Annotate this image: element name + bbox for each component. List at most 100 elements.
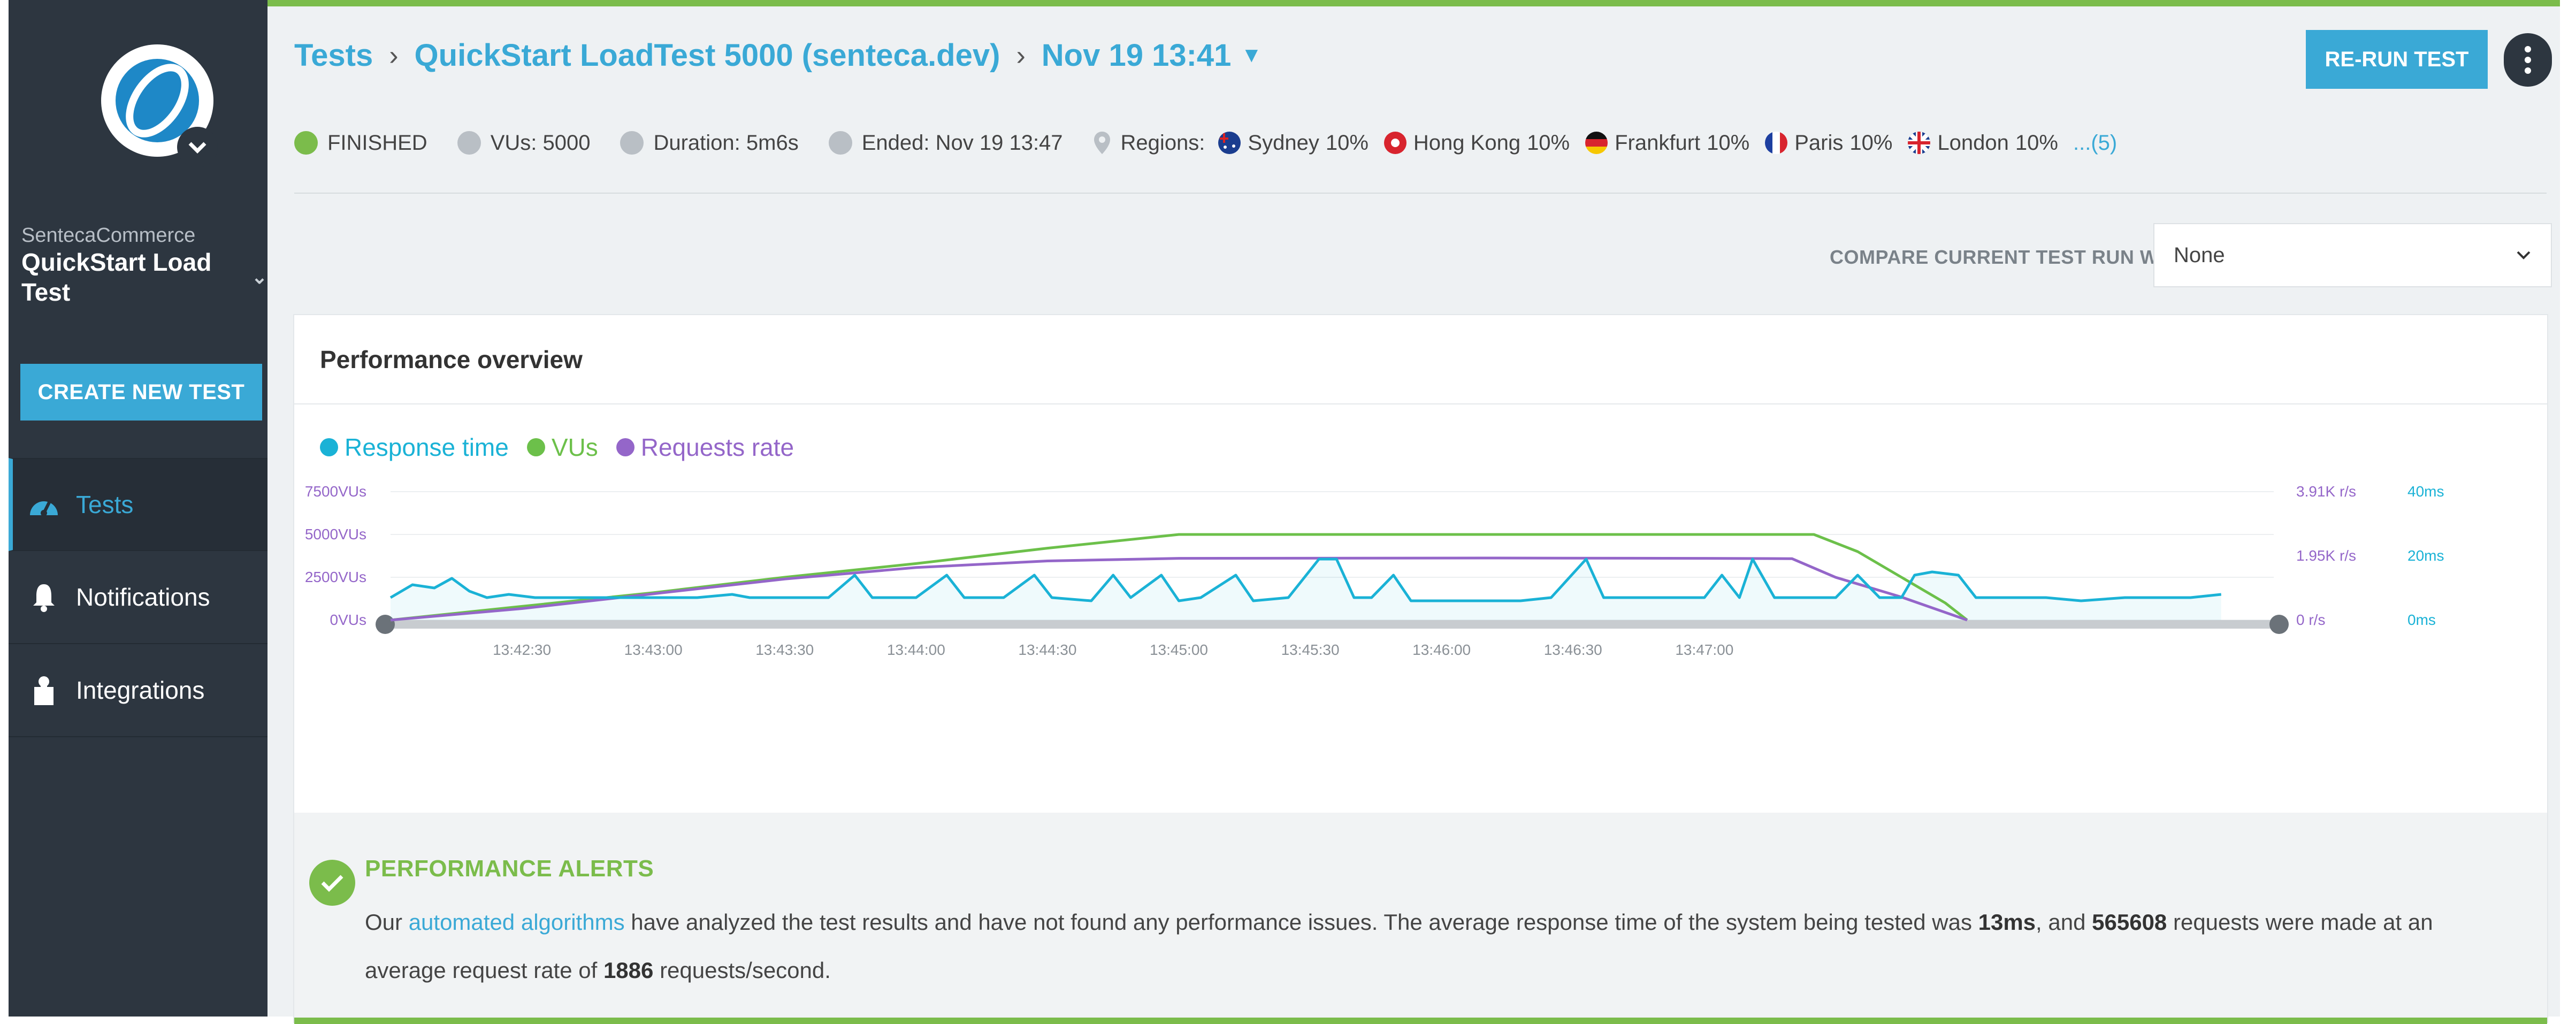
range-track — [386, 620, 2278, 629]
more-regions-link[interactable]: ...(5) — [2073, 131, 2117, 155]
region-pct: 10% — [1707, 131, 1750, 155]
alerts-text-part: requests/second. — [660, 958, 831, 983]
y-right-tick-label: 3.91K r/s — [2296, 483, 2356, 500]
legend-label: Response time — [345, 433, 509, 461]
check-icon — [309, 860, 355, 906]
project-name: QuickStart Load Test — [21, 248, 212, 306]
duration-label: Duration: 5m6s — [653, 131, 799, 155]
legend-requests-rate[interactable]: Requests rate — [616, 433, 794, 462]
gauge-icon — [27, 487, 61, 522]
card-divider — [294, 403, 2547, 404]
automated-algorithms-link[interactable]: automated algorithms — [409, 910, 625, 935]
response-time-area — [391, 559, 2221, 620]
chevron-down-icon — [2517, 251, 2531, 259]
status-label: FINISHED — [327, 131, 427, 155]
sidebar-item-label: Notifications — [76, 583, 210, 611]
legend-response-time[interactable]: Response time — [320, 433, 509, 462]
sidebar-item-integrations[interactable]: Integrations — [9, 644, 267, 737]
clock-icon — [620, 131, 644, 155]
compare-label: COMPARE CURRENT TEST RUN WITH: — [1830, 246, 2197, 268]
region-pct: 10% — [1325, 131, 1369, 155]
rerun-test-button[interactable]: RE-RUN TEST — [2306, 30, 2488, 89]
region-frankfurt: Frankfurt — [1615, 131, 1701, 155]
x-tick-label: 13:46:00 — [1412, 641, 1471, 658]
sidebar: SentecaCommerce QuickStart Load Test ⌄ C… — [9, 0, 267, 1017]
germany-flag-icon — [1585, 132, 1608, 154]
region-pct: 10% — [1849, 131, 1893, 155]
status-dot-icon — [294, 131, 318, 155]
performance-chart[interactable]: 7500VUs 5000VUs 2500VUs 0VUs 3.91K r/s 1.95K … — [294, 476, 2547, 722]
y-tick-label: 2500VUs — [305, 569, 366, 585]
sidebar-item-notifications[interactable]: Notifications — [9, 551, 267, 644]
breadcrumb-tests[interactable]: Tests — [294, 37, 373, 73]
chart-legend: Response time VUs Requests rate — [320, 433, 794, 462]
alerts-text-part: Our — [365, 910, 403, 935]
alerts-text-part: have analyzed the test results and have … — [631, 910, 1972, 935]
sidebar-item-label: Integrations — [76, 676, 205, 704]
y-right2-tick-label: 40ms — [2407, 483, 2444, 500]
performance-alerts: PERFORMANCE ALERTS Our automated algorit… — [294, 813, 2547, 1024]
uk-flag-icon — [1908, 132, 1931, 154]
puzzle-icon — [27, 673, 61, 707]
compare-selected-value: None — [2174, 243, 2225, 267]
legend-dot-icon — [616, 438, 635, 456]
x-tick-label: 13:47:00 — [1675, 641, 1733, 658]
y-right-tick-label: 0 r/s — [2296, 612, 2325, 628]
regions-label: Regions: — [1120, 131, 1205, 155]
breadcrumb-run-date[interactable]: Nov 19 13:41 — [1042, 37, 1232, 73]
x-tick-label: 13:45:30 — [1281, 641, 1340, 658]
legend-vus[interactable]: VUs — [526, 433, 598, 462]
ended-icon — [828, 131, 852, 155]
range-handle-right[interactable] — [2269, 615, 2289, 634]
y-right2-tick-label: 0ms — [2407, 612, 2436, 628]
x-tick-label: 13:45:00 — [1150, 641, 1208, 658]
region-hong-kong: Hong Kong — [1413, 131, 1521, 155]
avg-response-time: 13ms — [1978, 910, 2036, 935]
org-logo[interactable] — [93, 37, 232, 177]
avg-request-rate: 1886 — [603, 958, 654, 983]
caret-down-icon[interactable]: ▼ — [1241, 43, 1262, 67]
project-switcher[interactable]: SentecaCommerce QuickStart Load Test ⌄ — [21, 224, 267, 307]
x-tick-label: 13:46:30 — [1544, 641, 1602, 658]
bell-icon — [27, 580, 61, 614]
more-options-icon[interactable] — [2504, 33, 2552, 87]
region-sydney: Sydney — [1248, 131, 1319, 155]
breadcrumb-test-name[interactable]: QuickStart LoadTest 5000 (senteca.dev) — [415, 37, 1000, 73]
x-tick-label: 13:42:30 — [493, 641, 551, 658]
main-content: Tests › QuickStart LoadTest 5000 (sentec… — [267, 0, 2560, 1024]
x-tick-label: 13:43:30 — [755, 641, 814, 658]
compare-select[interactable]: None — [2153, 223, 2552, 287]
performance-overview-card: Performance overview Response time VUs R… — [293, 314, 2548, 1024]
sidebar-item-tests[interactable]: Tests — [9, 458, 267, 551]
region-pct: 10% — [1527, 131, 1570, 155]
region-pct: 10% — [2015, 131, 2058, 155]
france-flag-icon — [1765, 132, 1788, 154]
chevron-down-icon[interactable]: ⌄ — [251, 262, 267, 292]
x-tick-label: 13:44:00 — [887, 641, 945, 658]
chevron-right-icon: › — [1016, 40, 1026, 71]
total-requests: 565608 — [2092, 910, 2167, 935]
alerts-title: PERFORMANCE ALERTS — [365, 855, 654, 882]
x-tick-label: 13:43:00 — [624, 641, 683, 658]
y-tick-label: 0VUs — [330, 612, 366, 628]
y-right2-tick-label: 20ms — [2407, 547, 2444, 564]
y-right-tick-label: 1.95K r/s — [2296, 547, 2356, 564]
hong-kong-flag-icon — [1383, 132, 1407, 154]
australia-flag-icon — [1218, 132, 1241, 154]
legend-label: Requests rate — [640, 433, 794, 461]
sidebar-nav: Tests Notifications Integrations — [9, 458, 267, 737]
location-pin-icon — [1094, 132, 1110, 154]
breadcrumb: Tests › QuickStart LoadTest 5000 (sentec… — [294, 37, 1262, 73]
legend-label: VUs — [551, 433, 598, 461]
alerts-text: Our automated algorithms have analyzed t… — [365, 898, 2505, 995]
legend-dot-icon — [320, 438, 338, 456]
x-tick-label: 13:44:30 — [1018, 641, 1076, 658]
test-status-row: FINISHED VUs: 5000 Duration: 5m6s Ended:… — [294, 131, 2117, 155]
card-title: Performance overview — [320, 346, 583, 373]
alerts-text-part: , and — [2036, 910, 2086, 935]
org-name: SentecaCommerce — [21, 224, 196, 247]
y-tick-label: 5000VUs — [305, 526, 366, 542]
create-new-test-button[interactable]: CREATE NEW TEST — [20, 364, 262, 421]
y-tick-label: 7500VUs — [305, 483, 366, 500]
chevron-right-icon: › — [389, 40, 399, 71]
